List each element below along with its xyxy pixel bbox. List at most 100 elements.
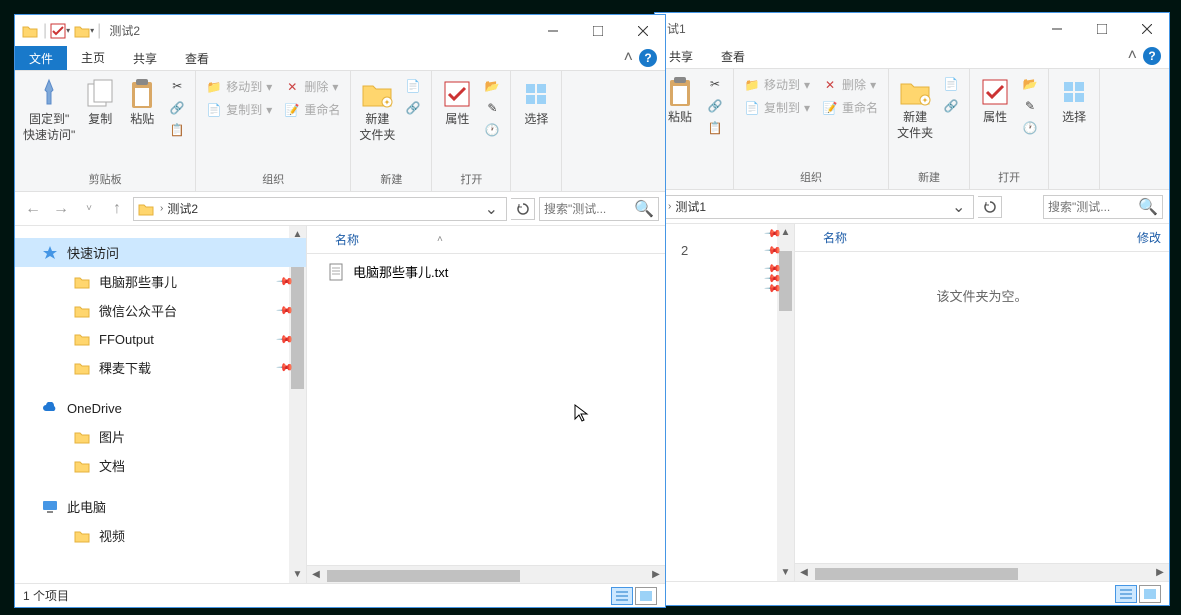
column-name[interactable]: 名称 [815,229,855,246]
scroll-down-button[interactable]: ▼ [777,564,794,581]
nav-item[interactable]: 📌 [655,228,794,238]
nav-item[interactable]: 稞麦下载📌 [15,353,306,382]
pin-quickaccess-button[interactable]: 固定到" 快速访问" [19,74,79,145]
easyaccess-button[interactable]: 🔗 [401,98,425,118]
tab-view[interactable]: 查看 [707,44,759,68]
chevron-up-icon[interactable]: ˄ [1128,47,1137,65]
recent-dropdown[interactable]: ˅ [77,197,101,221]
minimize-button[interactable] [530,16,575,46]
search-input[interactable] [1048,200,1138,214]
horizontal-scrollbar[interactable]: ◀ ▶ [307,565,665,583]
refresh-button[interactable] [978,196,1002,218]
maximize-button[interactable] [575,16,620,46]
maximize-button[interactable] [1079,14,1124,44]
back-button[interactable]: ← [21,197,45,221]
select-button[interactable]: 选择 [515,74,557,130]
tab-share[interactable]: 共享 [119,46,171,70]
edit-button[interactable]: ✎ [480,98,504,118]
nav-quickaccess[interactable]: 快速访问 [15,238,306,267]
search-box[interactable]: 🔍 [1043,195,1163,219]
properties-button[interactable]: 属性 [436,74,478,130]
newfolder-qat-icon[interactable]: ▾ [73,20,95,42]
file-list[interactable]: 电脑那些事儿.txt [307,254,665,565]
tab-view[interactable]: 查看 [171,46,223,70]
nav-item[interactable]: 文档 [15,451,306,480]
titlebar[interactable]: | ▾ ▾ | 测试2 [15,15,665,46]
horizontal-scrollbar[interactable]: ◀ ▶ [795,563,1169,581]
moveto-button[interactable]: 📁移动到 ▾ [740,74,814,95]
chevron-up-icon[interactable]: ˄ [624,49,633,67]
navigation-pane[interactable]: ▲ ▼ 📌 2📌 📌 📌 📌 [655,224,795,581]
history-button[interactable]: 🕐 [480,120,504,140]
select-button[interactable]: 选择 [1053,72,1095,128]
properties-button[interactable]: 属性 [974,72,1016,128]
delete-button[interactable]: ✕删除 ▾ [280,76,344,97]
navigation-pane[interactable]: ▲ ▼ 快速访问 电脑那些事儿📌 微信公众平台📌 FFOutput📌 稞麦下载📌… [15,226,307,583]
search-icon[interactable]: 🔍 [634,199,654,219]
folder-icon[interactable] [19,20,41,42]
copy-path-button[interactable]: 🔗 [703,96,727,116]
copyto-button[interactable]: 📄复制到 ▾ [202,99,276,120]
thumbnails-view-toggle[interactable] [635,587,657,605]
nav-item[interactable]: 📌 [655,283,794,293]
open-button[interactable]: 📂 [480,76,504,96]
nav-thispc[interactable]: 此电脑 [15,492,306,521]
newfolder-button[interactable]: ✦ 新建 文件夹 [893,72,937,143]
help-icon[interactable]: ? [639,49,657,67]
nav-onedrive[interactable]: OneDrive [15,394,306,422]
paste-shortcut-button[interactable]: 📋 [703,118,727,138]
moveto-button[interactable]: 📁移动到 ▾ [202,76,276,97]
details-view-toggle[interactable] [1115,585,1137,603]
refresh-button[interactable] [511,198,535,220]
copy-button[interactable]: 复制 [79,74,121,130]
nav-item[interactable]: 微信公众平台📌 [15,296,306,325]
nav-item[interactable]: 图片 [15,422,306,451]
help-icon[interactable]: ? [1143,47,1161,65]
properties-qat-icon[interactable]: ▾ [49,20,71,42]
open-button[interactable]: 📂 [1018,74,1042,94]
edit-button[interactable]: ✎ [1018,96,1042,116]
close-button[interactable] [620,16,665,46]
scroll-thumb[interactable] [327,570,520,582]
address-box[interactable]: › 测试1 ⌄ [661,195,974,219]
rename-button[interactable]: 📝重命名 [818,97,882,118]
newitem-button[interactable]: 📄 [939,74,963,94]
copyto-button[interactable]: 📄复制到 ▾ [740,97,814,118]
file-item[interactable]: 电脑那些事儿.txt [307,258,665,285]
scroll-left-button[interactable]: ◀ [307,569,325,580]
nav-item[interactable]: 视频 [15,521,306,550]
details-view-toggle[interactable] [611,587,633,605]
rename-button[interactable]: 📝重命名 [280,99,344,120]
nav-item[interactable]: 电脑那些事儿📌 [15,267,306,296]
tab-file[interactable]: 文件 [15,46,67,70]
newitem-button[interactable]: 📄 [401,76,425,96]
address-dropdown[interactable]: ⌄ [948,197,969,217]
tab-home[interactable]: 主页 [67,46,119,70]
scroll-right-button[interactable]: ▶ [1151,567,1169,578]
address-dropdown[interactable]: ⌄ [481,199,502,219]
breadcrumb-segment[interactable]: 测试1 [673,198,708,215]
search-icon[interactable]: 🔍 [1138,197,1158,217]
up-button[interactable]: ↑ [105,197,129,221]
breadcrumb-segment[interactable]: 测试2 [165,200,200,217]
forward-button[interactable]: → [49,197,73,221]
scroll-thumb[interactable] [815,568,1018,580]
cut-button[interactable]: ✂ [703,74,727,94]
column-name[interactable]: 名称 [327,231,367,248]
newfolder-button[interactable]: ✦ 新建 文件夹 [355,74,399,145]
scroll-down-button[interactable]: ▼ [289,566,306,583]
close-button[interactable] [1124,14,1169,44]
history-button[interactable]: 🕐 [1018,118,1042,138]
thumbnails-view-toggle[interactable] [1139,585,1161,603]
easyaccess-button[interactable]: 🔗 [939,96,963,116]
paste-button[interactable]: 粘贴 [121,74,163,130]
delete-button[interactable]: ✕删除 ▾ [818,74,882,95]
nav-item[interactable]: FFOutput📌 [15,325,306,353]
scroll-left-button[interactable]: ◀ [795,567,813,578]
search-input[interactable] [544,202,634,216]
search-box[interactable]: 🔍 [539,197,659,221]
copy-path-button[interactable]: 🔗 [165,98,189,118]
file-list[interactable]: 该文件夹为空。 [795,252,1169,563]
address-box[interactable]: › 测试2 ⌄ [133,197,507,221]
paste-shortcut-button[interactable]: 📋 [165,120,189,140]
